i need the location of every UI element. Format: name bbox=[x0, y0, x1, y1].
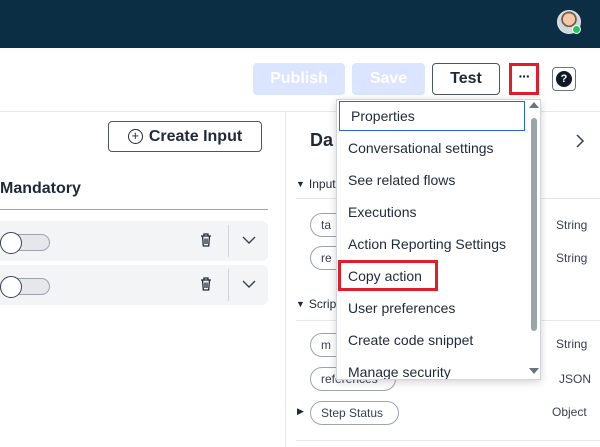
panel-divider bbox=[285, 112, 286, 447]
chevron-down-icon[interactable] bbox=[242, 279, 256, 289]
variable-pill[interactable]: Step Status bbox=[310, 401, 399, 425]
create-input-label: Create Input bbox=[148, 127, 243, 145]
section-divider bbox=[296, 440, 600, 441]
menu-item-copy-action[interactable]: Copy action bbox=[337, 261, 527, 291]
trash-icon[interactable] bbox=[200, 277, 212, 291]
variable-type: String bbox=[556, 337, 588, 351]
caret-right-icon[interactable]: ▶ bbox=[297, 406, 304, 417]
caret-down-icon: ▼ bbox=[296, 299, 305, 309]
menu-item-create-code-snippet[interactable]: Create code snippet bbox=[337, 325, 527, 355]
more-icon: ··· bbox=[518, 68, 531, 84]
section-label: Input bbox=[308, 177, 336, 191]
menu-item-conversational-settings[interactable]: Conversational settings bbox=[337, 133, 527, 163]
plus-circle-icon: + bbox=[127, 129, 143, 144]
create-input-button[interactable]: + Create Input bbox=[108, 121, 262, 152]
test-button[interactable]: Test bbox=[432, 63, 500, 95]
section-label: Scrip bbox=[308, 297, 337, 311]
menu-item-manage-security[interactable]: Manage security bbox=[337, 357, 527, 379]
menu-item-user-preferences[interactable]: User preferences bbox=[337, 293, 527, 323]
row-separator bbox=[228, 225, 229, 257]
mandatory-toggle[interactable] bbox=[0, 232, 50, 254]
more-actions-button[interactable]: ··· bbox=[509, 63, 539, 95]
variable-type: String bbox=[556, 218, 588, 232]
variable-type: Object bbox=[552, 405, 587, 419]
row-separator bbox=[228, 269, 229, 301]
scroll-down-icon[interactable] bbox=[529, 368, 539, 374]
menu-item-see-related-flows[interactable]: See related flows bbox=[337, 165, 527, 195]
chevron-right-icon[interactable] bbox=[575, 134, 585, 148]
toggle-knob bbox=[0, 232, 22, 254]
data-panel-title: Da bbox=[310, 130, 334, 150]
menu-item-properties[interactable]: Properties bbox=[339, 101, 525, 131]
help-icon: ? bbox=[556, 71, 572, 87]
mandatory-column-header: Mandatory bbox=[0, 180, 81, 197]
menu-item-executions[interactable]: Executions bbox=[337, 197, 527, 227]
input-section-header[interactable]: ▼ Input bbox=[296, 177, 336, 191]
menu-item-action-reporting-settings[interactable]: Action Reporting Settings bbox=[337, 229, 527, 259]
save-button[interactable]: Save bbox=[352, 63, 425, 95]
script-section-header[interactable]: ▼ Scrip bbox=[296, 297, 336, 311]
help-button[interactable]: ? bbox=[552, 67, 576, 91]
menu-scrollbar[interactable] bbox=[527, 100, 540, 379]
caret-down-icon: ▼ bbox=[296, 179, 305, 189]
mandatory-toggle[interactable] bbox=[0, 276, 50, 298]
trash-icon[interactable] bbox=[200, 233, 212, 247]
publish-button[interactable]: Publish bbox=[253, 63, 345, 95]
input-row bbox=[0, 265, 268, 305]
status-dot-icon bbox=[572, 25, 581, 34]
variable-type: String bbox=[556, 251, 588, 265]
header-divider bbox=[0, 209, 268, 210]
variable-type: JSON bbox=[559, 372, 592, 386]
more-actions-menu: Properties Conversational settings See r… bbox=[336, 99, 541, 380]
top-bar bbox=[0, 0, 600, 48]
input-row bbox=[0, 221, 268, 261]
scroll-up-icon[interactable] bbox=[529, 102, 539, 108]
scrollbar-thumb[interactable] bbox=[531, 118, 537, 331]
chevron-down-icon[interactable] bbox=[242, 235, 256, 245]
toggle-knob bbox=[0, 276, 22, 298]
